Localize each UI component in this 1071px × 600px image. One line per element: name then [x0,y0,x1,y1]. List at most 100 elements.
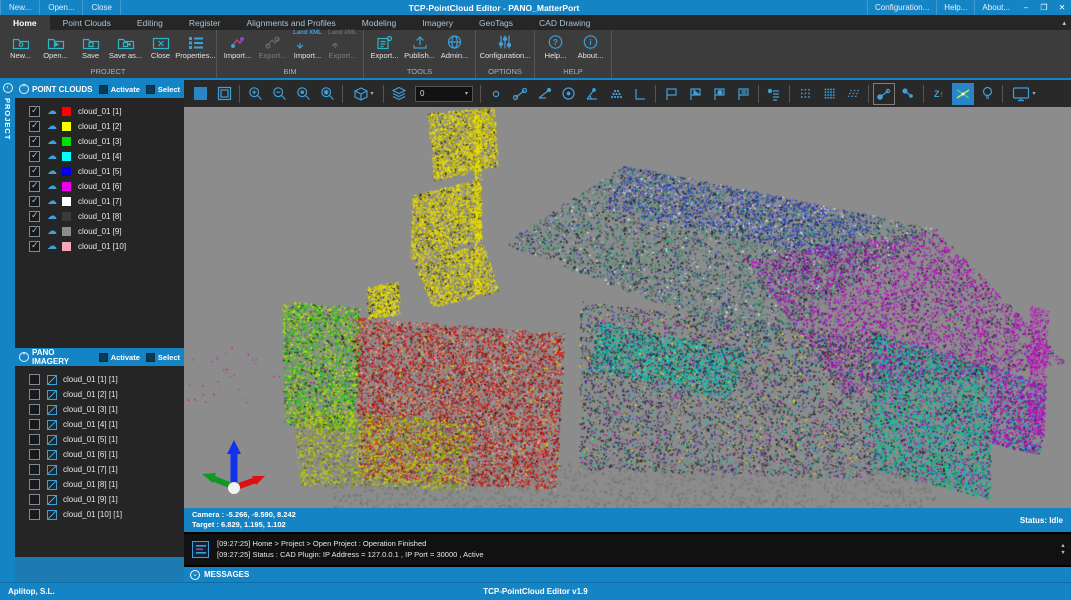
close-window-button[interactable]: ✕ [1053,0,1071,15]
color-swatch[interactable] [62,107,71,116]
area-points-tool[interactable] [605,83,627,105]
titlebar-new-button[interactable]: New... [0,0,40,15]
pano-row[interactable]: cloud_01 [10] [1] [15,507,184,522]
display-mode-tool[interactable]: ▾ [1007,83,1041,105]
grid-perspective-tool[interactable] [842,83,864,105]
point-clouds-activate-checkbox[interactable] [99,85,108,94]
tab-point-clouds[interactable]: Point Clouds [50,15,124,30]
slope-measure-tool[interactable] [533,83,555,105]
new-project-button[interactable]: New... [3,31,38,60]
row-checkbox[interactable] [29,434,40,445]
properties-button[interactable]: Properties... [178,31,213,60]
pano-row[interactable]: cloud_01 [3] [1] [15,402,184,417]
row-checkbox[interactable] [29,389,40,400]
row-checkbox[interactable] [29,509,40,520]
color-swatch[interactable] [62,167,71,176]
point-cloud-row[interactable]: ☁cloud_01 [2] [15,119,184,134]
row-checkbox[interactable] [29,241,40,252]
angle-measure-tool[interactable] [581,83,603,105]
selection-rectangle-tool[interactable] [189,83,211,105]
row-checkbox[interactable] [29,106,40,117]
landxml-import-button[interactable]: Land XML Import... [290,31,325,60]
color-swatch[interactable] [62,137,71,146]
grid-dense-tool[interactable] [818,83,840,105]
point-cloud-row[interactable]: ☁cloud_01 [4] [15,149,184,164]
view-orientation-tool[interactable]: ▾ [347,83,379,105]
row-checkbox[interactable] [29,121,40,132]
row-checkbox[interactable] [29,374,40,385]
row-checkbox[interactable] [29,479,40,490]
zoom-in-tool[interactable] [244,83,266,105]
minimize-button[interactable]: – [1017,0,1035,15]
point-cloud-row[interactable]: ☁cloud_01 [5] [15,164,184,179]
titlebar-close-button[interactable]: Close [83,0,120,15]
project-tab-label[interactable]: PROJECT [3,98,12,140]
point-cloud-row[interactable]: ☁cloud_01 [7] [15,194,184,209]
pano-row[interactable]: cloud_01 [5] [1] [15,432,184,447]
pano-row[interactable]: cloud_01 [8] [1] [15,477,184,492]
row-checkbox[interactable] [29,404,40,415]
color-swatch[interactable] [62,182,71,191]
collapse-sidebar-icon[interactable]: ‹ [3,83,13,93]
tab-home[interactable]: Home [0,15,50,30]
color-swatch[interactable] [62,197,71,206]
point-clouds-select-checkbox[interactable] [146,85,155,94]
pano-activate-checkbox[interactable] [99,353,108,362]
link-point-tool[interactable] [897,83,919,105]
ribbon-collapse-icon[interactable]: ▴ [1062,19,1071,27]
pano-row[interactable]: cloud_01 [6] [1] [15,447,184,462]
log-scroll-up-icon[interactable]: ▲ [1060,543,1065,550]
pano-row[interactable]: cloud_01 [2] [1] [15,387,184,402]
tab-alignments-profiles[interactable]: Alignments and Profiles [233,15,348,30]
tools-export-button[interactable]: Export... [367,31,402,60]
color-swatch[interactable] [62,122,71,131]
point-list-tool[interactable] [763,83,785,105]
row-checkbox[interactable] [29,494,40,505]
bim-import-button[interactable]: Import... [220,31,255,60]
color-swatch[interactable] [62,212,71,221]
titlebar-about-button[interactable]: About... [974,0,1017,15]
zoom-out-tool[interactable] [268,83,290,105]
tab-register[interactable]: Register [176,15,234,30]
clip-plane-triangle-tool[interactable] [684,83,706,105]
clip-plane-lines-tool[interactable] [732,83,754,105]
z-up-tool[interactable]: Z↑ [928,83,950,105]
distance-measure-tool[interactable] [509,83,531,105]
save-as-project-button[interactable]: Save as... [108,31,143,60]
tab-editing[interactable]: Editing [124,15,176,30]
zoom-window-tool[interactable] [213,83,235,105]
row-checkbox[interactable] [29,196,40,207]
titlebar-configuration-button[interactable]: Configuration... [867,0,936,15]
row-checkbox[interactable] [29,449,40,460]
row-checkbox[interactable] [29,136,40,147]
pano-select-checkbox[interactable] [146,353,155,362]
point-cloud-row[interactable]: ☁cloud_01 [10] [15,239,184,254]
tab-cad-drawing[interactable]: CAD Drawing [526,15,604,30]
clip-plane-tool[interactable] [660,83,682,105]
tab-modeling[interactable]: Modeling [349,15,410,30]
section-plane-tool[interactable] [952,83,974,105]
cloud-selector-combobox[interactable]: 0▾ [415,86,473,102]
zoom-selection-tool[interactable] [292,83,314,105]
tab-geotags[interactable]: GeoTags [466,15,526,30]
help-button[interactable]: ? Help... [538,31,573,60]
row-checkbox[interactable] [29,226,40,237]
tab-imagery[interactable]: Imagery [409,15,466,30]
log-scroll-down-icon[interactable]: ▼ [1060,550,1065,557]
pano-row[interactable]: cloud_01 [1] [1] [15,372,184,387]
color-swatch[interactable] [62,227,71,236]
open-project-button[interactable]: Open... [38,31,73,60]
row-checkbox[interactable] [29,166,40,177]
pano-row[interactable]: cloud_01 [7] [1] [15,462,184,477]
admin-button[interactable]: Admin... [437,31,472,60]
titlebar-open-button[interactable]: Open... [40,0,83,15]
collapse-point-clouds-icon[interactable]: ⌃ [19,84,29,94]
grid-sparse-tool[interactable] [794,83,816,105]
row-checkbox[interactable] [29,181,40,192]
titlebar-help-button[interactable]: Help... [936,0,974,15]
color-swatch[interactable] [62,152,71,161]
point-cloud-row[interactable]: ☁cloud_01 [6] [15,179,184,194]
row-checkbox[interactable] [29,464,40,475]
zoom-extents-tool[interactable] [316,83,338,105]
about-button[interactable]: i About... [573,31,608,60]
